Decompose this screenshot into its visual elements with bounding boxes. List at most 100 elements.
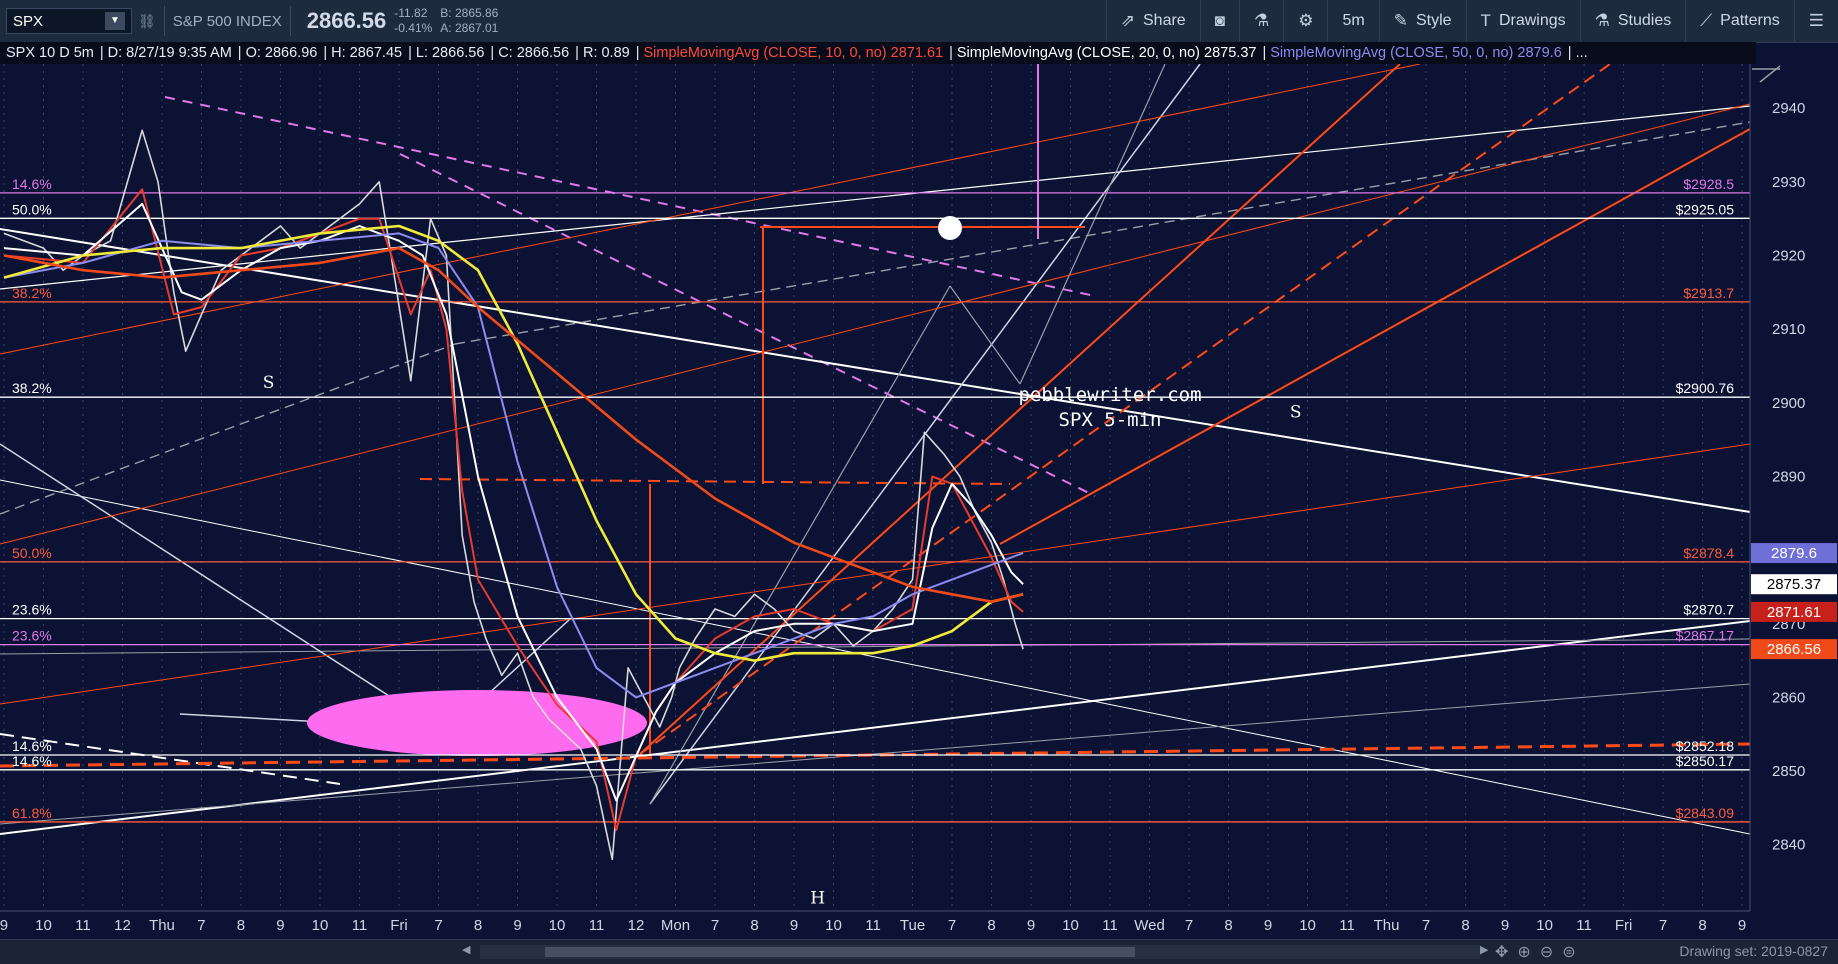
time-tick-label: 11 [352, 917, 368, 934]
scroll-right-icon[interactable]: ▶ [1480, 943, 1488, 956]
zoom-fit-icon[interactable]: ⊜ [1562, 942, 1575, 962]
pattern-icon: ⟋ [1700, 11, 1713, 30]
time-tick-label: 8 [237, 917, 245, 934]
price-tick-label: 2930 [1772, 174, 1805, 191]
chevron-down-icon[interactable]: ▼ [105, 12, 125, 30]
time-tick-label: 10 [1062, 917, 1079, 934]
time-tick-label: 9 [1738, 917, 1746, 934]
time-tick-label: 7 [1659, 917, 1667, 934]
time-tick-label: 8 [474, 917, 482, 934]
bar-open: O: 2866.96 [245, 45, 318, 61]
level-label-left: 14.6% [12, 753, 52, 769]
settings-button[interactable]: ⚙ [1283, 0, 1327, 42]
snapshot-button[interactable]: ◙ [1199, 0, 1239, 42]
price-axis: 2840285028602870288028902900291029202930… [1749, 64, 1838, 939]
time-tick-label: 9 [276, 917, 284, 934]
price-tick-label: 2910 [1772, 321, 1805, 338]
time-tick-label: Mon [661, 917, 690, 934]
bid-ask-block: B: 2865.86 A: 2867.01 [440, 6, 498, 36]
price-tick-label: 2850 [1772, 763, 1805, 780]
level-label-left: 23.6% [12, 602, 52, 618]
price-tick-label: 2890 [1772, 468, 1805, 485]
interval-button[interactable]: 5m [1327, 0, 1378, 42]
level-label-left: 50.0% [12, 545, 52, 561]
time-tick-label: Thu [1374, 917, 1400, 934]
time-tick-label: 8 [1698, 917, 1706, 934]
legend-more[interactable]: ... [1576, 45, 1588, 61]
pan-icon[interactable]: ✥ [1495, 942, 1508, 962]
symbol-value: SPX [13, 12, 44, 30]
hamburger-icon: ☰ [1808, 11, 1824, 30]
price-tick-label: 2920 [1772, 247, 1805, 264]
time-tick-label: 12 [114, 917, 131, 934]
studies-label: Studies [1617, 12, 1672, 29]
price-tick-label: 2940 [1772, 100, 1805, 117]
time-tick-label: 10 [312, 917, 329, 934]
menu-button[interactable]: ☰ [1793, 0, 1838, 42]
scroll-left-icon[interactable]: ◀ [462, 943, 470, 956]
sma20-value: 2875.37 [1204, 45, 1257, 61]
bar-low: L: 2866.56 [415, 45, 485, 61]
drawing-tool-icon: T [1480, 11, 1491, 30]
sma50-label[interactable]: SimpleMovingAvg (CLOSE, 50, 0, no) [1270, 45, 1513, 61]
time-tick-label: 11 [1576, 917, 1592, 934]
time-tick-label: 7 [197, 917, 205, 934]
highlight-ellipse [307, 690, 647, 756]
level-label-left: 14.6% [12, 176, 52, 192]
share-button[interactable]: ⇗ Share [1105, 0, 1200, 42]
time-tick-label: 11 [865, 917, 881, 934]
toolbar: SPX ▼ ⛓ S&P 500 INDEX 2866.56 -11.82 -0.… [0, 0, 1838, 43]
patterns-button[interactable]: ⟋ Patterns [1685, 0, 1794, 42]
change-block: -11.82 -0.41% [394, 6, 432, 36]
time-tick-label: Thu [149, 917, 175, 934]
style-button[interactable]: ✎ Style [1378, 0, 1466, 42]
time-tick-label: 7 [948, 917, 956, 934]
time-tick-label: 12 [628, 917, 645, 934]
link-icon[interactable]: ⛓ [138, 13, 156, 30]
zoom-out-icon[interactable]: ⊖ [1540, 942, 1553, 962]
toolbar-divider [289, 6, 291, 36]
time-tick-label: 8 [1224, 917, 1232, 934]
patterns-label: Patterns [1720, 12, 1780, 29]
time-tick-label: 9 [1501, 917, 1509, 934]
bar-date: D: 8/27/19 9:35 AM [107, 45, 232, 61]
price-tick-label: 2860 [1772, 689, 1805, 706]
sma10-label[interactable]: SimpleMovingAvg (CLOSE, 10, 0, no) [644, 45, 887, 61]
zoom-in-icon[interactable]: ⊕ [1517, 942, 1530, 962]
marker-circle [938, 216, 962, 240]
brush-icon: ✎ [1393, 11, 1408, 30]
time-tick-label: 9 [513, 917, 521, 934]
pattern-label: H [810, 889, 825, 909]
price-axis-bg [1750, 64, 1838, 939]
drawings-button[interactable]: T Drawings [1465, 0, 1580, 42]
last-price: 2866.56 [306, 8, 387, 33]
flask-button[interactable]: ⚗ [1238, 0, 1283, 42]
time-tick-label: 9 [1027, 917, 1035, 934]
chart-scrollbar[interactable]: ◀ ▶ ✥ ⊕ ⊖ ⊜ Drawing set: 2019-0827 [0, 939, 1838, 964]
gear-icon: ⚙ [1298, 11, 1314, 30]
interval-label: 5m [1342, 12, 1365, 29]
price-badge-label: 2871.61 [1767, 604, 1821, 621]
sma20-label[interactable]: SimpleMovingAvg (CLOSE, 20, 0, no) [957, 45, 1200, 61]
time-tick-label: 9 [790, 917, 798, 934]
annotation-line-1: pebblewriter.com [1018, 384, 1201, 406]
sma50-value: 2879.6 [1517, 45, 1562, 61]
symbol-input[interactable]: SPX ▼ [6, 8, 132, 34]
time-tick-label: Tue [900, 917, 925, 934]
time-tick-label: 11 [1339, 917, 1355, 934]
time-tick-label: 7 [711, 917, 719, 934]
level-label-left: 38.2% [12, 380, 52, 396]
scroll-thumb[interactable] [545, 947, 1135, 957]
pct-change: -0.41% [394, 21, 433, 35]
index-name: S&P 500 INDEX [172, 12, 282, 30]
price-tick-label: 2840 [1772, 837, 1805, 854]
bid-price: B: 2865.86 [440, 6, 499, 20]
annotation-line-2: SPX 5-min [1059, 409, 1162, 431]
time-tick-label: 11 [1102, 917, 1118, 934]
time-tick-label: Fri [1615, 917, 1633, 934]
studies-button[interactable]: ⚗ Studies [1579, 0, 1686, 42]
level-label-left: 38.2% [12, 285, 52, 301]
level-label-right: $2867.17 [1676, 628, 1735, 644]
pattern-label: S [263, 373, 275, 393]
price-chart[interactable]: 14.6% $2928.5 50.0% $2925.05 38.2% $2913.7 38.… [0, 64, 1838, 939]
